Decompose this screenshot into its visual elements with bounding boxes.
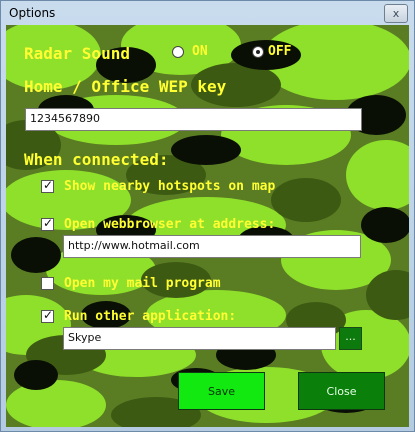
check-icon: ✓ xyxy=(43,178,54,192)
close-icon: x xyxy=(392,7,400,20)
check-icon: ✓ xyxy=(43,216,54,230)
title-bar[interactable]: Options x xyxy=(1,1,414,25)
wep-key-input[interactable]: 1234567890 xyxy=(25,108,362,131)
radar-sound-label: Radar Sound xyxy=(24,44,130,63)
open-browser-label[interactable]: Open webbrowser at address: xyxy=(64,217,275,232)
browser-address-input[interactable]: http://www.hotmail.com xyxy=(63,235,361,258)
open-mail-checkbox[interactable] xyxy=(41,277,54,290)
run-app-checkbox[interactable]: ✓ xyxy=(41,308,54,323)
close-button[interactable]: Close xyxy=(298,372,385,410)
window-close-button[interactable]: x xyxy=(384,4,408,23)
open-browser-checkbox[interactable]: ✓ xyxy=(41,216,54,231)
radar-on-radio[interactable] xyxy=(172,46,184,58)
radar-off-label[interactable]: OFF xyxy=(268,44,291,59)
save-button[interactable]: Save xyxy=(178,372,265,410)
options-panel: Radar Sound ON OFF Home / Office WEP key… xyxy=(6,25,409,427)
browse-application-button[interactable]: ... xyxy=(339,327,362,350)
run-app-label[interactable]: Run other application: xyxy=(64,309,236,324)
open-mail-label[interactable]: Open my mail program xyxy=(64,276,221,291)
window-title: Options xyxy=(9,6,56,20)
show-hotspots-label[interactable]: Show nearby hotspots on map xyxy=(64,179,275,194)
when-connected-heading: When connected: xyxy=(24,150,169,169)
radio-selected-dot xyxy=(256,50,260,54)
radar-off-radio[interactable] xyxy=(252,46,264,58)
show-hotspots-checkbox[interactable]: ✓ xyxy=(41,178,54,193)
check-icon: ✓ xyxy=(43,308,54,322)
application-path-input[interactable]: Skype xyxy=(63,327,336,350)
radar-on-label[interactable]: ON xyxy=(192,44,208,59)
options-window: Options x Radar Sound ON OFF Home / Offi… xyxy=(0,0,415,432)
wep-key-label: Home / Office WEP key xyxy=(24,77,227,96)
